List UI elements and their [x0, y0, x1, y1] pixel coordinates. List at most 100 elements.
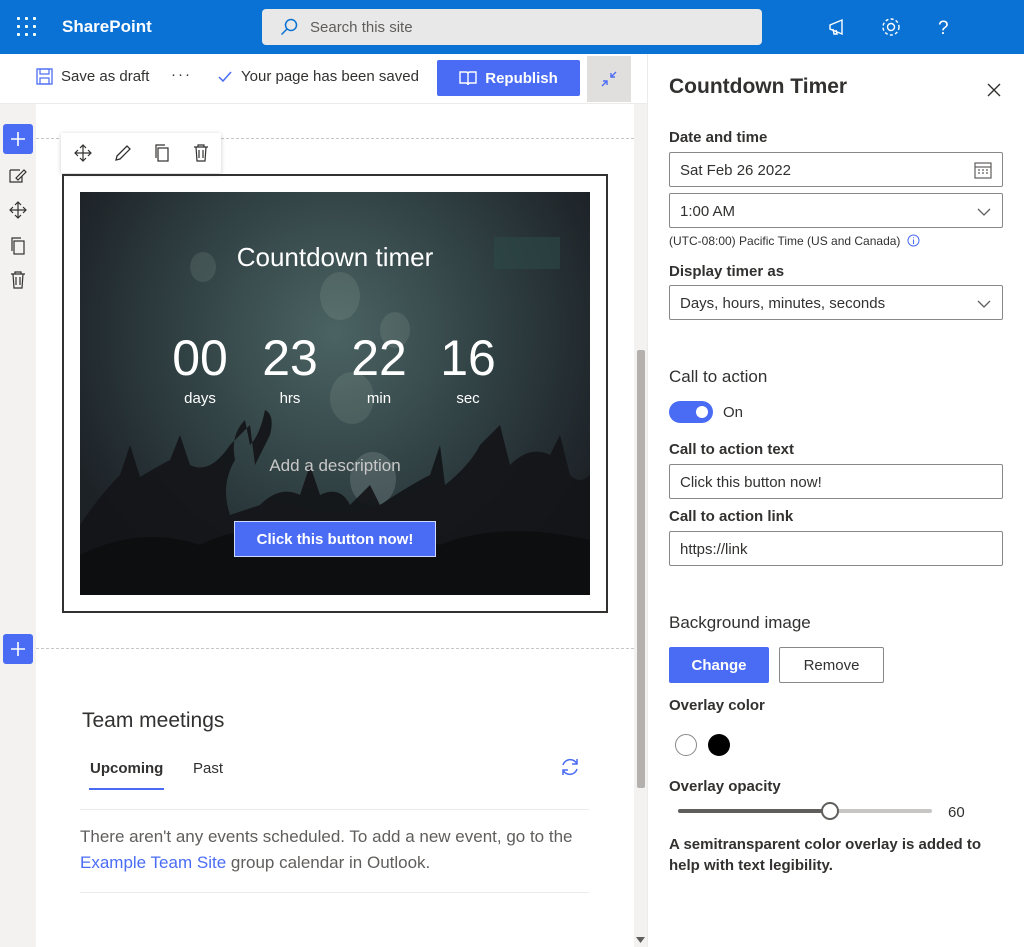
scrollbar-thumb[interactable] — [637, 350, 645, 788]
overlay-black-swatch[interactable] — [708, 734, 730, 756]
checkmark-icon — [218, 71, 232, 82]
section-divider — [36, 648, 634, 649]
display-as-value: Days, hours, minutes, seconds — [680, 295, 886, 312]
info-icon[interactable] — [907, 234, 920, 247]
left-rail — [0, 104, 36, 947]
property-pane: Countdown Timer Date and time Sat Feb 26… — [647, 54, 1024, 947]
team-meetings-title: Team meetings — [82, 709, 225, 732]
slider-thumb[interactable] — [821, 802, 839, 820]
refresh-icon[interactable] — [559, 756, 581, 778]
cta-link-input[interactable]: https://link — [669, 531, 1003, 566]
pencil-icon[interactable] — [113, 143, 133, 163]
time-value: 1:00 AM — [680, 203, 736, 220]
cta-text-label: Call to action text — [669, 441, 795, 458]
team-site-link[interactable]: Example Team Site — [80, 853, 226, 872]
description-placeholder[interactable]: Add a description — [80, 456, 590, 476]
display-as-label: Display timer as — [669, 263, 785, 280]
divider — [80, 809, 589, 810]
remove-image-button[interactable]: Remove — [779, 647, 884, 683]
page-canvas: Countdown timer 00 days 23 hrs 22 min 16… — [36, 104, 634, 947]
seconds-unit: 16 sec — [428, 330, 508, 407]
tab-upcoming[interactable]: Upcoming — [90, 760, 163, 777]
svg-text:?: ? — [938, 18, 949, 39]
overlay-white-swatch[interactable] — [675, 734, 697, 756]
command-bar: Save as draft ··· Your page has been sav… — [0, 54, 647, 104]
brand-name[interactable]: SharePoint — [62, 17, 152, 37]
close-icon[interactable] — [984, 80, 1004, 100]
save-status-text: Your page has been saved — [241, 68, 419, 85]
search-icon — [280, 18, 298, 36]
republish-button[interactable]: Republish — [437, 60, 580, 96]
chevron-down-icon — [977, 300, 991, 308]
duplicate-section-icon[interactable] — [8, 236, 28, 256]
seconds-label: sec — [456, 390, 480, 407]
hours-label: hrs — [279, 390, 301, 407]
collapse-arrows-icon — [601, 71, 617, 87]
add-section-button-2[interactable] — [3, 634, 33, 664]
days-unit: 00 days — [160, 330, 240, 407]
time-dropdown[interactable]: 1:00 AM — [669, 193, 1003, 228]
save-draft-button[interactable]: Save as draft — [36, 68, 149, 85]
toggle-label: On — [723, 404, 744, 421]
timezone-text: (UTC-08:00) Pacific Time (US and Canada) — [669, 234, 920, 248]
collapse-button[interactable] — [587, 56, 631, 102]
date-value: Sat Feb 26 2022 — [680, 162, 791, 179]
active-tab-indicator — [89, 788, 164, 790]
more-options-button[interactable]: ··· — [171, 66, 192, 83]
duplicate-icon[interactable] — [152, 143, 172, 163]
slider-fill — [678, 809, 830, 813]
republish-label: Republish — [485, 69, 558, 87]
move-section-icon[interactable] — [8, 200, 28, 220]
save-draft-label: Save as draft — [61, 68, 150, 85]
cta-text-input[interactable]: Click this button now! — [669, 464, 1003, 499]
suite-bar: SharePoint ? — [0, 0, 1024, 54]
divider — [80, 892, 589, 893]
no-events-text: There aren't any events scheduled. To ad… — [80, 827, 573, 846]
minutes-label: min — [366, 390, 392, 407]
hours-value: 23 — [262, 330, 318, 386]
plus-icon — [11, 642, 25, 656]
days-value: 00 — [172, 330, 228, 386]
tab-past[interactable]: Past — [193, 760, 223, 777]
date-time-label: Date and time — [669, 129, 768, 146]
add-section-button[interactable] — [3, 124, 33, 154]
help-icon[interactable]: ? — [931, 15, 955, 39]
hours-unit: 23 hrs — [250, 330, 330, 407]
background-balloon — [320, 272, 360, 320]
save-icon — [36, 68, 53, 85]
bg-image-heading: Background image — [669, 613, 811, 632]
minutes-value: 22 — [351, 330, 407, 386]
calendar-icon[interactable] — [974, 161, 992, 179]
overlay-color-label: Overlay color — [669, 697, 765, 714]
app-launcher-icon[interactable] — [17, 17, 37, 37]
countdown-display: Countdown timer 00 days 23 hrs 22 min 16… — [80, 192, 590, 595]
change-image-button[interactable]: Change — [669, 647, 769, 683]
search-input[interactable] — [310, 17, 740, 37]
countdown-webpart[interactable]: Countdown timer 00 days 23 hrs 22 min 16… — [62, 174, 608, 613]
days-label: days — [184, 390, 216, 407]
opacity-value: 60 — [948, 804, 965, 821]
chevron-down-icon — [977, 208, 991, 216]
opacity-slider[interactable] — [678, 802, 932, 820]
overlay-note: A semitransparent color overlay is added… — [669, 836, 982, 874]
move-icon[interactable] — [73, 143, 93, 163]
overlay-opacity-label: Overlay opacity — [669, 778, 781, 795]
date-picker[interactable]: Sat Feb 26 2022 — [669, 152, 1003, 187]
no-events-text-end: group calendar in Outlook. — [226, 853, 431, 872]
cta-toggle[interactable] — [669, 401, 713, 423]
search-box[interactable] — [262, 9, 762, 45]
trash-icon[interactable] — [191, 143, 211, 163]
scroll-down-icon[interactable] — [636, 937, 645, 944]
no-events-message: There aren't any events scheduled. To ad… — [80, 824, 600, 876]
seconds-value: 16 — [440, 330, 496, 386]
timezone-value: (UTC-08:00) Pacific Time (US and Canada) — [669, 234, 901, 248]
delete-section-icon[interactable] — [8, 270, 28, 290]
display-as-dropdown[interactable]: Days, hours, minutes, seconds — [669, 285, 1003, 320]
cta-button[interactable]: Click this button now! — [234, 521, 436, 557]
plus-icon — [11, 132, 25, 146]
edit-section-icon[interactable] — [8, 166, 28, 186]
minutes-unit: 22 min — [339, 330, 419, 407]
megaphone-icon[interactable] — [826, 15, 850, 39]
save-status: Your page has been saved — [217, 68, 419, 85]
gear-icon[interactable] — [879, 15, 903, 39]
